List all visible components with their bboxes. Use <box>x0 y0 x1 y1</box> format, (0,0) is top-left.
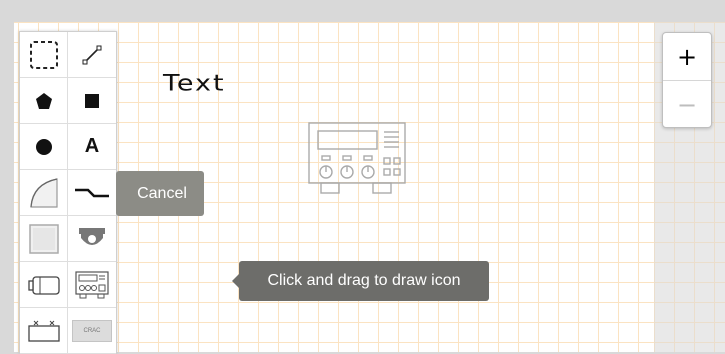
draw-hint-text: Click and drag to draw icon <box>267 272 461 289</box>
polygon-tool-button[interactable] <box>20 78 68 124</box>
panel-tool-button[interactable] <box>20 216 68 262</box>
arc-tool-button[interactable] <box>20 170 68 216</box>
line-icon <box>82 45 102 64</box>
marquee-select-icon <box>29 40 58 69</box>
zoom-in-button[interactable]: + <box>663 33 711 80</box>
circle-tool-button[interactable] <box>20 124 68 170</box>
cancel-button[interactable]: Cancel <box>116 171 204 216</box>
dome-camera-icon <box>79 227 105 245</box>
canvas-text-element[interactable]: Text <box>163 70 226 98</box>
draw-hint-tooltip: Click and drag to draw icon <box>232 261 489 301</box>
crac-tool-button[interactable]: CRAC <box>68 308 116 354</box>
text-a-icon: A <box>84 135 100 157</box>
line-tool-button[interactable] <box>68 32 116 78</box>
wire-connector-icon <box>75 188 109 197</box>
panel-square-icon <box>28 223 59 254</box>
zoom-control: + − <box>662 32 712 128</box>
select-tool-button[interactable] <box>20 32 68 78</box>
rectangle-tool-button[interactable] <box>68 78 116 124</box>
pentagon-icon <box>35 92 52 109</box>
square-icon <box>85 93 99 108</box>
zoom-out-button[interactable]: − <box>663 80 711 128</box>
drawing-toolbar: A CRAC <box>19 31 117 354</box>
camera-tool-button[interactable] <box>68 216 116 262</box>
device-panel-tool-icon <box>75 270 109 298</box>
circle-icon <box>35 138 52 155</box>
battery-icon <box>27 275 60 295</box>
device-panel-icon[interactable] <box>307 121 407 202</box>
arc-icon <box>29 177 58 208</box>
ups-tool-button[interactable] <box>20 308 68 354</box>
ups-unit-icon <box>27 320 60 342</box>
connector-tool-button[interactable] <box>68 170 116 216</box>
crac-unit-icon: CRAC <box>72 319 112 342</box>
battery-tool-button[interactable] <box>20 262 68 308</box>
device-panel-tool-button[interactable] <box>68 262 116 308</box>
text-tool-button[interactable]: A <box>68 124 116 170</box>
